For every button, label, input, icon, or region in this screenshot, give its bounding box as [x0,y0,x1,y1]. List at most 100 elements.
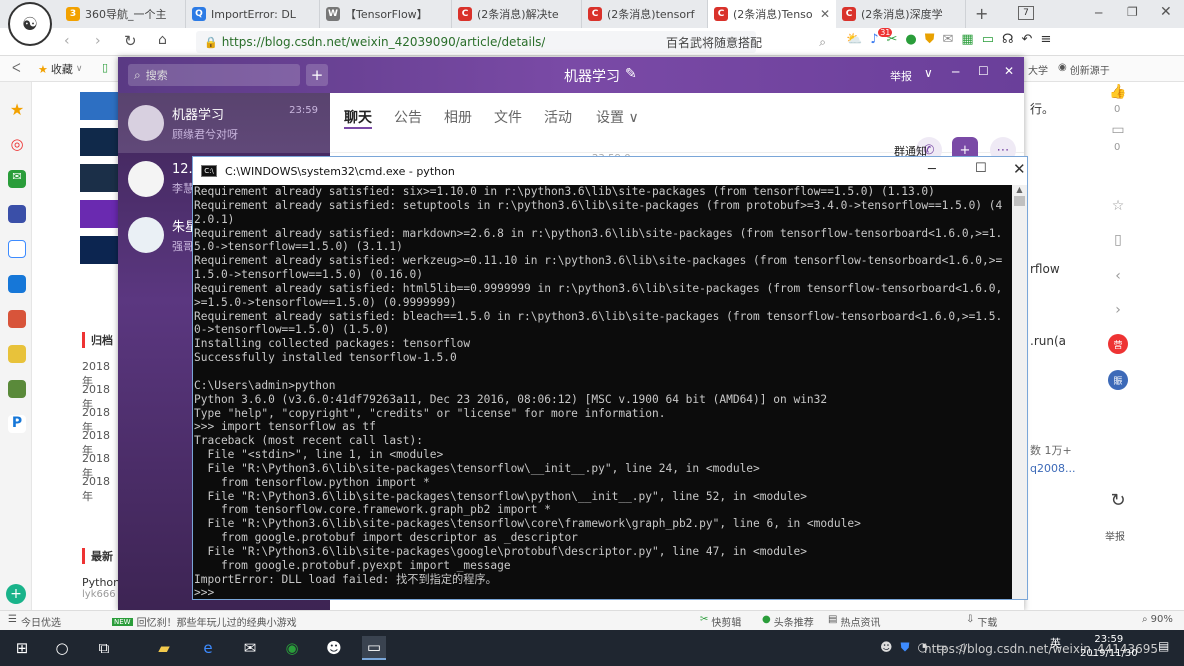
browser-tab[interactable]: C (2条消息)解决te [452,0,582,28]
thumbnail-2[interactable] [80,128,118,156]
ime-language[interactable]: 英 [1050,635,1061,651]
qq-tab[interactable]: 公告 [394,107,422,127]
archive-year[interactable]: 2018年 [82,429,120,457]
mail-sidebar-icon[interactable]: ✉ [8,170,26,188]
zoom-level[interactable]: ⌕ 90% [1142,614,1173,625]
qq-close-icon[interactable]: ✕ [1004,64,1014,78]
mobile-read-icon[interactable]: ▯ [1108,230,1128,250]
thumbnail-5[interactable] [80,236,118,264]
hot-news[interactable]: ▤ 热点资讯 [828,614,880,629]
add-site-icon[interactable]: + [6,584,26,604]
qq-minimize-icon[interactable]: ─ [952,65,959,79]
edit-icon[interactable]: ✎ [625,66,637,86]
shield-icon[interactable]: ⛊ [925,32,935,47]
app-icon-3[interactable]: P [8,415,26,433]
apps-grid-icon[interactable]: ▦ [961,32,973,47]
favorite-icon[interactable]: ★ [8,100,26,119]
app-icon-1[interactable] [8,205,26,223]
qq-tab[interactable]: 文件 [494,107,522,127]
search-box[interactable]: 百名武将随意搭配 ⌕ [660,31,830,53]
report-link[interactable]: 举报 [1105,528,1125,543]
notification-icon[interactable]: ♪ 31 [870,28,893,47]
qq-task-icon[interactable]: ☻ [322,636,346,660]
comment-icon[interactable]: ▭ [1108,120,1128,140]
app-icon-2[interactable] [8,275,26,293]
add-contact-button[interactable]: + [306,64,328,86]
cmd-task-icon[interactable]: ▭ [362,636,386,660]
browser-tab[interactable]: C (2条消息)tensorf [582,0,708,28]
qq-maximize-icon[interactable]: ☐ [978,64,989,78]
mail-icon[interactable]: ✉ [943,32,954,47]
archive-year[interactable]: 2018年 [82,406,120,434]
refresh-icon[interactable]: ↻ [1108,490,1128,511]
undo-icon[interactable]: ↶ [1022,32,1033,47]
forward-icon[interactable]: › [95,33,101,49]
window-close-icon[interactable]: ✕ [1160,4,1172,20]
cmd-maximize-icon[interactable]: ☐ [975,161,987,176]
collect-icon[interactable]: ☆ [1108,196,1128,216]
mail-task-icon[interactable]: ✉ [238,636,262,660]
archive-year[interactable]: 2018年 [82,360,120,388]
archive-year[interactable]: 2018年 [82,452,120,480]
clock[interactable]: 23:59 2019/11/30 [1080,633,1138,661]
headset-icon[interactable]: ☊ [1002,32,1014,47]
game-icon-1[interactable] [8,310,26,328]
qq-search-input[interactable]: ⌕ 搜索 [128,64,300,86]
browser-tab[interactable]: C (2条消息)深度学 [836,0,966,28]
browser-logo[interactable]: ☯ [8,2,52,46]
scroll-thumb[interactable] [1014,196,1025,206]
new-tab-button[interactable]: + [975,4,988,23]
quick-cut[interactable]: ✂ 快剪辑 [700,614,741,629]
thumbnail-4[interactable] [80,200,118,228]
scroll-up-icon[interactable]: ▲ [1012,185,1027,194]
browser-tab[interactable]: W 【TensorFlow】 [320,0,452,28]
chevron-down-icon[interactable]: ∨ [924,66,933,80]
browser-tab[interactable]: C (2条消息)Tenso ✕ [708,0,836,28]
qq-tab[interactable]: 活动 [544,107,572,127]
reload-icon[interactable]: ↻ [124,32,137,50]
archive-year[interactable]: 2018年 [82,475,120,503]
mobile-icon[interactable]: ▯ [102,61,108,74]
blue-badge-icon[interactable]: 賑 [1108,370,1128,390]
action-center-icon[interactable]: ▤ [1158,639,1169,653]
bookmark-right-2[interactable]: ◉ 创新源于 [1058,62,1110,77]
cmd-minimize-icon[interactable]: ─ [928,162,936,177]
weather-icon[interactable]: ⛅ [846,32,862,47]
tab-close-icon[interactable]: ✕ [820,7,830,21]
news-ticker[interactable]: NEW 回忆刹！那些年玩儿过的经典小游戏 [112,614,297,629]
360-browser-icon[interactable]: ◉ [280,636,304,660]
qq-tab[interactable]: 设置 ∨ [596,107,639,127]
edge-icon[interactable]: e [196,636,220,660]
doc-icon[interactable] [8,240,26,258]
cortana-icon[interactable]: ○ [50,636,74,660]
bookmark-collect[interactable]: ★ 收藏 ∨ [38,61,82,77]
qq-tab[interactable]: 相册 [444,107,472,127]
search-icon[interactable]: ⌕ [819,35,826,50]
thumbnail-3[interactable] [80,164,118,192]
sidebar-toggle-icon[interactable]: ᐸ [12,61,21,75]
menu-icon[interactable]: ≡ [1040,32,1051,47]
game-icon-3[interactable] [8,380,26,398]
task-view-icon[interactable]: ⧉ [92,636,116,660]
weibo-icon[interactable]: ◎ [8,135,26,153]
window-minimize-icon[interactable]: ─ [1095,6,1102,20]
download[interactable]: ⇩ 下载 [966,614,997,629]
qq-report-link[interactable]: 举报 [890,68,912,84]
qq-tray-icon[interactable]: ☻ [880,640,893,655]
tab-count-badge[interactable]: 7 [1018,6,1034,20]
browser-tab[interactable]: Q ImportError: DL [186,0,320,28]
file-explorer-icon[interactable]: ▰ [152,636,176,660]
next-arrow-icon[interactable]: › [1108,300,1128,320]
browser-tab[interactable]: 3 360导航_一个主 [60,0,186,28]
window-restore-icon[interactable]: ❐ [1127,5,1138,19]
security-tray-icon[interactable]: ⛊ [901,640,910,655]
game-icon-2[interactable] [8,345,26,363]
battery-icon[interactable]: ▭ [982,32,994,47]
prev-arrow-icon[interactable]: ‹ [1108,266,1128,286]
qq-tab[interactable]: 聊天 [344,107,372,129]
bookmark-right-1[interactable]: 大学 [1028,62,1048,77]
thumbnail-1[interactable] [80,92,118,120]
like-icon[interactable]: 👍 [1108,82,1128,102]
headline[interactable]: ● 头条推荐 [762,614,814,629]
home-icon[interactable]: ⌂ [158,32,167,48]
